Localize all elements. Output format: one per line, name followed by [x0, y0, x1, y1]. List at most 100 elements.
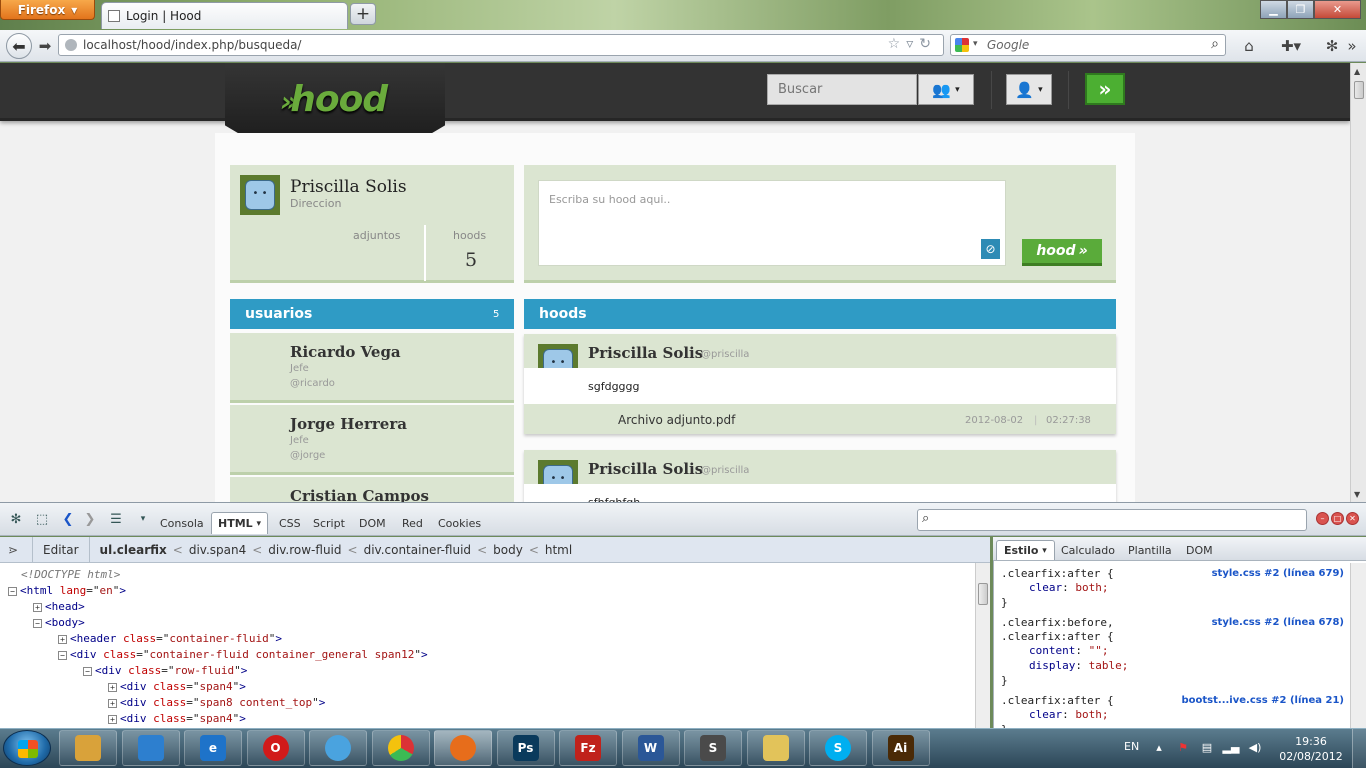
tab-login-hood[interactable]: Login | Hood — [101, 2, 348, 29]
scroll-down-icon[interactable]: ▼ — [1354, 490, 1360, 499]
user-name[interactable]: Ricardo Vega — [290, 343, 401, 361]
breadcrumb-item[interactable]: div.row-fluid — [264, 543, 345, 557]
html-tree-node[interactable]: + <div class="span8 content_top"> — [108, 696, 325, 709]
breadcrumb-item[interactable]: div.span4 — [185, 543, 250, 557]
site-search-input[interactable] — [767, 74, 917, 105]
user-name[interactable]: Jorge Herrera — [290, 415, 407, 433]
logout-button[interactable]: » — [1085, 73, 1125, 105]
css-declaration[interactable]: content: ""; — [1029, 644, 1108, 657]
html-tree-node[interactable]: − <html lang="en"> — [8, 584, 126, 597]
search-icon[interactable]: ⌕ — [1211, 36, 1219, 52]
expand-icon[interactable]: + — [108, 698, 117, 708]
taskbar-app-chrome[interactable] — [371, 730, 430, 766]
web-search-bar[interactable]: ▾ Google ⌕ — [950, 34, 1226, 56]
taskbar-app-filezilla[interactable]: Fz — [559, 730, 617, 766]
tab-html[interactable]: HTML ▾ — [211, 512, 269, 534]
tab-calculado[interactable]: Calculado — [1054, 540, 1122, 560]
attachments-label[interactable]: adjuntos — [353, 229, 401, 242]
taskbar-app-firefox[interactable] — [434, 730, 492, 766]
html-tree-node[interactable]: + <div class="span4"> — [108, 712, 246, 725]
html-tree-node[interactable]: + <header class="container-fluid"> — [58, 632, 282, 645]
expand-icon[interactable]: ⋗ — [8, 543, 18, 557]
fb-close-button[interactable]: ✕ — [1346, 512, 1359, 525]
taskbar-app-folders[interactable] — [746, 730, 805, 766]
css-selector[interactable]: .clearfix:after { — [1001, 567, 1114, 580]
edit-button[interactable]: Editar — [32, 536, 90, 563]
forward-button[interactable]: ➡ — [36, 36, 54, 56]
profile-name[interactable]: Priscilla Solis — [290, 177, 407, 197]
language-indicator[interactable]: EN — [1124, 740, 1139, 753]
tab-css[interactable]: CSS — [273, 512, 307, 534]
breadcrumb-item[interactable]: body — [489, 543, 527, 557]
dropdown-icon[interactable]: ▿ — [906, 36, 919, 52]
tab-dom[interactable]: DOM — [353, 512, 392, 534]
firebug-menu-button[interactable]: ✻ — [6, 510, 26, 528]
reload-icon[interactable]: ↻ — [919, 36, 937, 52]
user-name[interactable]: Cristian Campos — [290, 487, 429, 502]
user-menu-button[interactable]: 👤 ▾ — [1006, 74, 1052, 105]
html-tree-node[interactable]: − <body> — [33, 616, 85, 629]
hood-author[interactable]: Priscilla Solis — [588, 344, 703, 362]
hood-textarea[interactable]: Escriba su hood aqui.. — [538, 180, 1006, 266]
close-window-button[interactable]: ✕ — [1314, 0, 1361, 19]
css-source-link[interactable]: bootst...ive.css #2 (línea 21) — [1181, 695, 1344, 706]
fb-back-button[interactable]: ❮ — [58, 510, 78, 528]
firebug-button[interactable]: ✻ — [1322, 36, 1342, 56]
css-source-link[interactable]: style.css #2 (línea 679) — [1212, 568, 1344, 579]
minimize-button[interactable]: ▁ — [1260, 0, 1287, 19]
style-panel-scrollbar[interactable] — [1350, 563, 1366, 728]
scroll-thumb[interactable] — [1354, 81, 1364, 99]
css-selector[interactable]: .clearfix:after { — [1001, 630, 1114, 643]
expand-icon[interactable]: + — [108, 714, 117, 724]
avatar[interactable]: • • — [240, 175, 280, 215]
tray-signal-icon[interactable]: ▂▄ — [1223, 740, 1240, 754]
clock[interactable]: 19:36 02/08/2012 — [1278, 734, 1344, 764]
hood-handle[interactable]: @priscilla — [701, 349, 749, 360]
taskbar-app-sublime[interactable]: S — [684, 730, 742, 766]
tab-red[interactable]: Red — [396, 512, 429, 534]
taskbar-app-skype[interactable]: S — [809, 730, 867, 766]
breadcrumb-item[interactable]: ul.clearfix — [90, 543, 171, 557]
new-tab-button[interactable]: + — [350, 3, 376, 25]
users-menu-button[interactable]: 👥 ▾ — [918, 74, 974, 105]
attach-button[interactable]: ⊘ — [981, 239, 1000, 259]
hood-author[interactable]: Priscilla Solis — [588, 460, 703, 478]
firefox-menu-button[interactable]: Firefox ▾ — [0, 0, 95, 20]
url-bar[interactable]: localhost/hood/index.php/busqueda/ ☆▿↻ — [58, 34, 944, 56]
show-desktop-button[interactable] — [1352, 729, 1366, 768]
taskbar-app-ie[interactable]: e — [184, 730, 242, 766]
collapse-icon[interactable]: − — [83, 666, 92, 676]
firebug-search-input[interactable]: ⌕ — [917, 509, 1307, 531]
taskbar-app-photoshop[interactable]: Ps — [496, 730, 555, 766]
engine-dropdown-icon[interactable]: ▾ — [973, 39, 978, 49]
html-tree-node[interactable]: − <div class="container-fluid container_g… — [58, 648, 428, 661]
home-button[interactable]: ⌂ — [1239, 36, 1259, 56]
expand-icon[interactable]: + — [108, 682, 117, 692]
css-selector[interactable]: .clearfix:after { — [1001, 694, 1114, 707]
collapse-icon[interactable]: − — [58, 650, 67, 660]
attachment-link[interactable]: Archivo adjunto.pdf — [618, 413, 735, 427]
html-tree-scrollbar[interactable] — [975, 563, 990, 728]
taskbar-app-illustrator[interactable]: Ai — [871, 730, 930, 766]
tray-volume-icon[interactable]: ◀) — [1248, 740, 1262, 754]
hood-handle[interactable]: @priscilla — [701, 465, 749, 476]
page-scrollbar[interactable]: ▲ ▼ — [1350, 63, 1366, 502]
css-declaration[interactable]: clear: both; — [1029, 708, 1109, 721]
expand-icon[interactable]: + — [33, 602, 42, 612]
html-tree-node[interactable]: <!DOCTYPE html> — [8, 568, 120, 581]
html-tree-node[interactable]: + <head> — [33, 600, 85, 613]
back-button[interactable]: ⬅ — [6, 33, 32, 59]
fb-detach-button[interactable]: □ — [1331, 512, 1344, 525]
taskbar-app-explorer[interactable] — [59, 730, 117, 766]
collapse-icon[interactable]: − — [33, 618, 42, 628]
taskbar-app-safari[interactable] — [309, 730, 367, 766]
hoods-label[interactable]: hoods — [453, 229, 486, 242]
hood-logo[interactable]: »hood — [280, 79, 388, 120]
tab-estilo[interactable]: Estilo ▾ — [996, 540, 1055, 560]
tray-flag-icon[interactable]: ⚑ — [1176, 740, 1190, 754]
taskbar-app-opera[interactable]: O — [246, 730, 305, 766]
maximize-button[interactable]: ❐ — [1287, 0, 1314, 19]
html-tree-node[interactable]: + <div class="span4"> — [108, 680, 246, 693]
css-source-link[interactable]: style.css #2 (línea 678) — [1212, 617, 1344, 628]
collapse-icon[interactable]: − — [8, 586, 17, 596]
